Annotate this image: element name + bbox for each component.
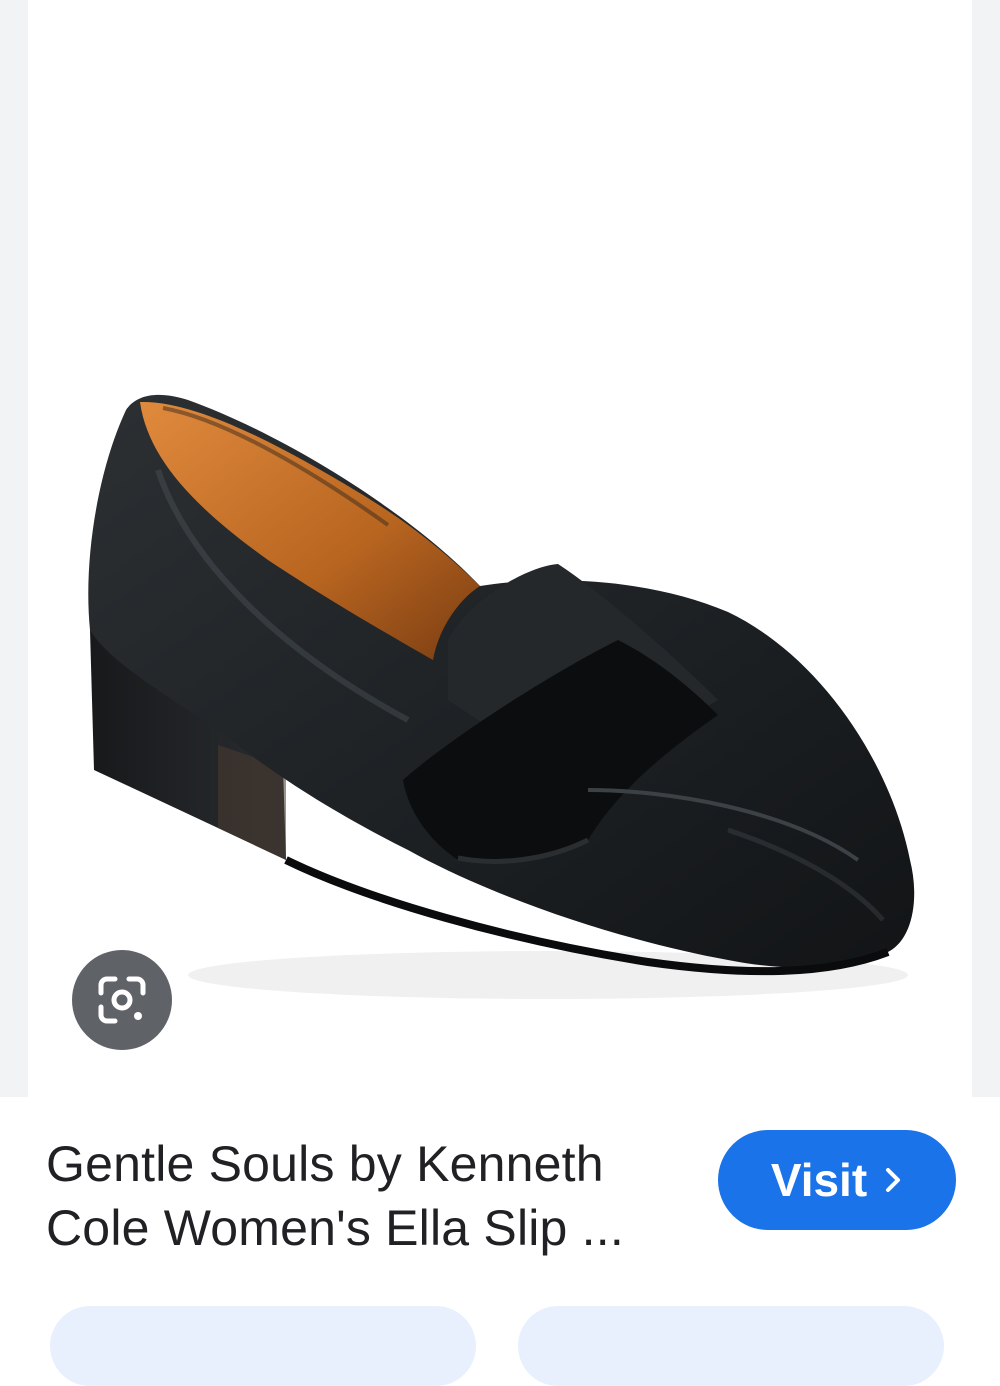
product-title-line-2: Cole Women's Ella Slip ... — [46, 1200, 624, 1256]
product-image-card[interactable] — [28, 0, 972, 1097]
product-image — [88, 394, 915, 999]
visit-button[interactable]: Visit — [718, 1130, 956, 1230]
google-lens-icon — [98, 976, 146, 1024]
visit-button-label: Visit — [770, 1154, 868, 1206]
related-chip-right[interactable] — [518, 1306, 944, 1386]
product-title-line-1: Gentle Souls by Kenneth — [46, 1136, 604, 1192]
chevron-right-icon — [886, 1168, 901, 1192]
product-title[interactable]: Gentle Souls by Kenneth Cole Women's Ell… — [46, 1132, 686, 1260]
google-lens-button[interactable] — [72, 950, 172, 1050]
related-chip-left[interactable] — [50, 1306, 476, 1386]
image-viewer — [0, 0, 1000, 1097]
